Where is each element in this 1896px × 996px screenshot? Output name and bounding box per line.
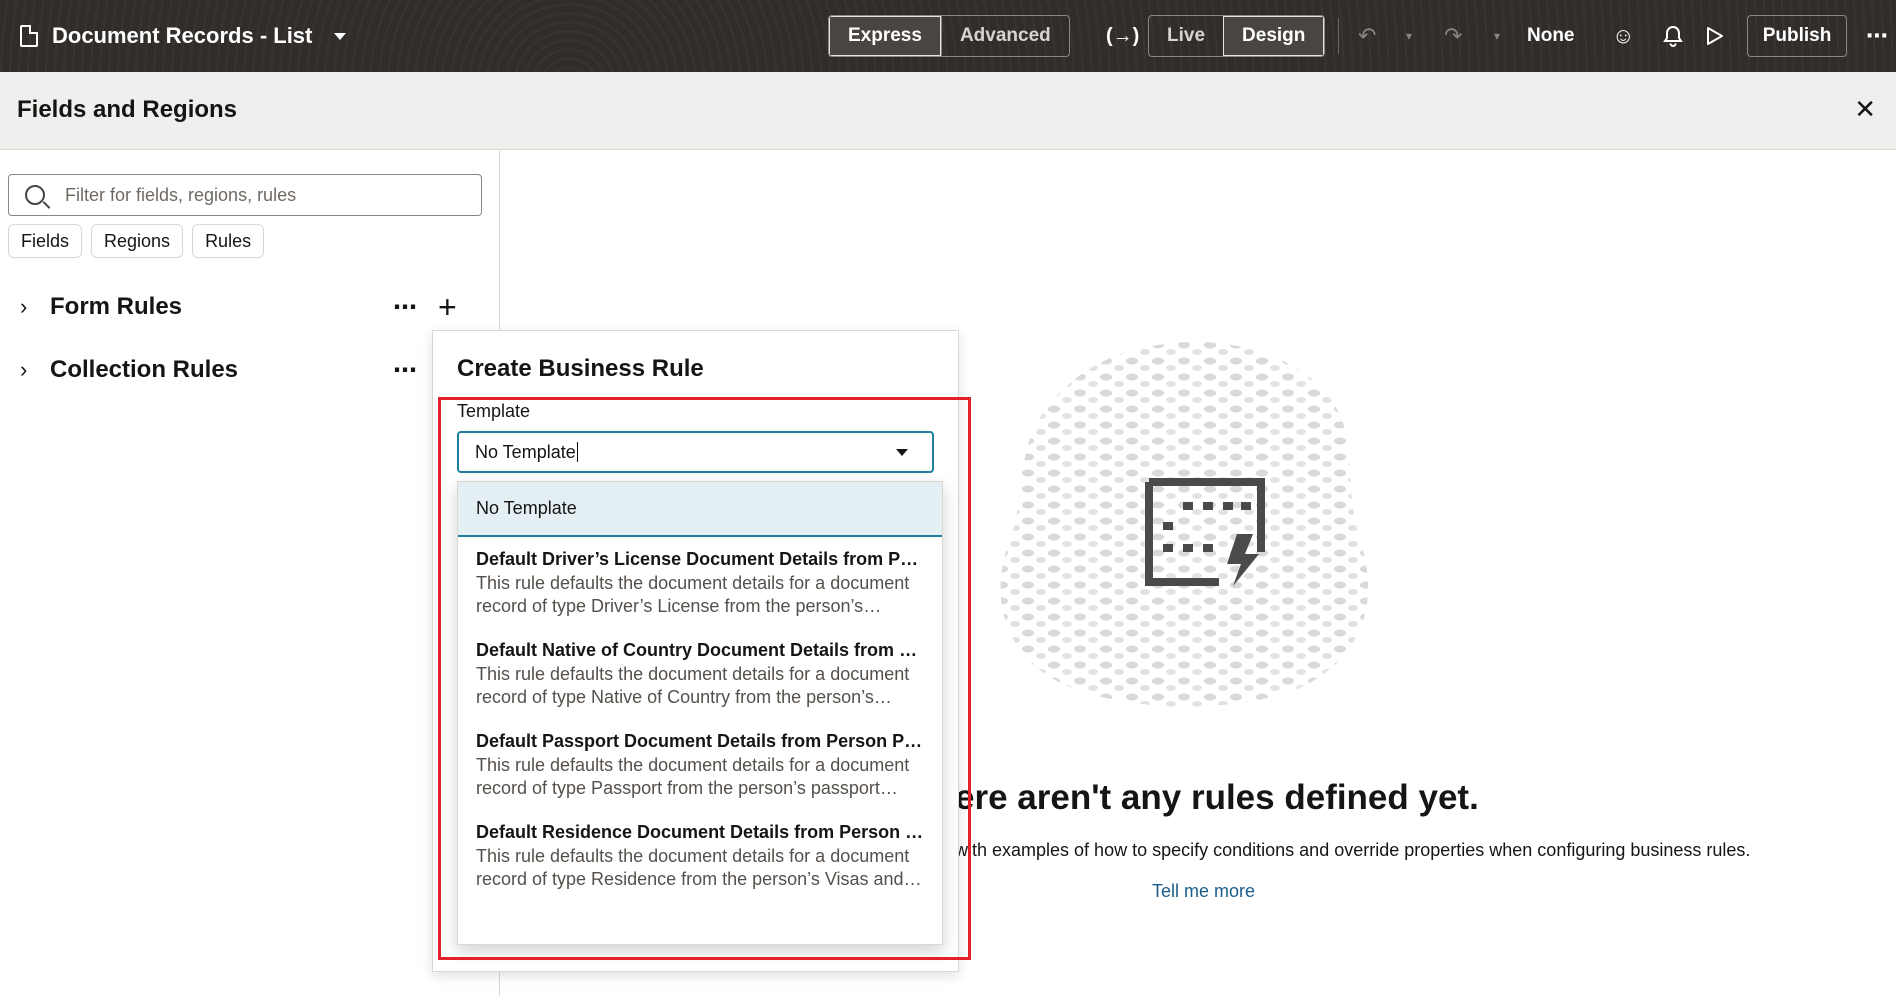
template-dropdown-list: No Template Default Driver’s License Doc… bbox=[457, 481, 943, 945]
popover-title: Create Business Rule bbox=[457, 355, 704, 382]
filter-chips: Fields Regions Rules bbox=[8, 224, 265, 258]
express-mode-button[interactable]: Express bbox=[829, 16, 941, 56]
chip-rules[interactable]: Rules bbox=[192, 224, 265, 258]
option-title: Default Residence Document Details from … bbox=[476, 822, 924, 842]
tell-me-more-link[interactable]: Tell me more bbox=[1152, 881, 1255, 902]
redo-menu-chevron-icon[interactable]: ▾ bbox=[1494, 0, 1500, 72]
create-business-rule-popover: Create Business Rule Template No Templat… bbox=[432, 330, 959, 972]
filter-input[interactable] bbox=[65, 184, 445, 206]
more-actions-icon[interactable]: ⋯ bbox=[1866, 0, 1889, 72]
option-description: This rule defaults the document details … bbox=[476, 755, 910, 798]
bell-icon[interactable] bbox=[1663, 0, 1683, 72]
caret-down-icon[interactable] bbox=[896, 449, 908, 456]
template-option[interactable]: Default Driver’s License Document Detail… bbox=[458, 537, 942, 628]
chevron-right-icon[interactable]: › bbox=[20, 357, 50, 383]
form-rules-label: Form Rules bbox=[50, 293, 183, 320]
document-icon bbox=[20, 25, 38, 47]
template-option[interactable]: Default Native of Country Document Detai… bbox=[458, 628, 942, 719]
option-description: This rule defaults the document details … bbox=[476, 573, 910, 616]
rules-lightning-icon bbox=[1145, 478, 1265, 586]
advanced-mode-button[interactable]: Advanced bbox=[940, 16, 1069, 56]
form-rules-group[interactable]: › Form Rules ⋯ + bbox=[20, 287, 470, 327]
expression-icon[interactable]: (→) bbox=[1106, 0, 1139, 72]
template-option[interactable]: Default Passport Document Details from P… bbox=[458, 719, 942, 810]
collection-rules-label: Collection Rules bbox=[50, 356, 239, 383]
mode-switcher: Express Advanced bbox=[828, 15, 1070, 57]
text-cursor bbox=[576, 442, 578, 462]
toolbar-divider bbox=[1338, 18, 1339, 54]
chevron-down-icon[interactable] bbox=[334, 32, 347, 40]
top-bar: Document Records - List Express Advanced… bbox=[0, 0, 1896, 72]
template-select[interactable]: No Template bbox=[457, 431, 934, 473]
option-title: No Template bbox=[476, 498, 577, 518]
template-label: Template bbox=[457, 401, 531, 421]
left-panel: Fields Regions Rules › Form Rules ⋯ + › … bbox=[0, 150, 500, 996]
smiley-icon[interactable]: ☺ bbox=[1612, 0, 1634, 72]
filter-search-box bbox=[8, 174, 482, 216]
option-description: This rule defaults the document details … bbox=[476, 664, 910, 707]
undo-menu-chevron-icon[interactable]: ▾ bbox=[1406, 0, 1412, 72]
search-icon bbox=[25, 185, 45, 205]
undo-icon[interactable]: ↶ bbox=[1358, 0, 1376, 72]
option-title: Default Native of Country Document Detai… bbox=[476, 640, 924, 660]
close-icon[interactable]: ✕ bbox=[1854, 94, 1876, 125]
chevron-right-icon[interactable]: › bbox=[20, 294, 50, 320]
option-title: Default Passport Document Details from P… bbox=[476, 731, 924, 751]
empty-state-description: with examples of how to specify conditio… bbox=[955, 840, 1751, 860]
preview-play-icon[interactable] bbox=[1706, 0, 1724, 72]
template-option[interactable]: No Template bbox=[458, 482, 942, 537]
form-rules-more-icon[interactable]: ⋯ bbox=[393, 293, 418, 322]
chip-fields[interactable]: Fields bbox=[8, 224, 83, 258]
page-title-menu[interactable]: Document Records - List bbox=[20, 0, 347, 72]
design-view-button[interactable]: Design bbox=[1223, 16, 1325, 56]
panel-header: Fields and Regions ✕ bbox=[0, 72, 1896, 150]
view-switcher: Live Design bbox=[1148, 15, 1326, 57]
empty-state-title: ere aren't any rules defined yet. bbox=[955, 778, 1479, 817]
panel-title: Fields and Regions bbox=[17, 96, 238, 123]
template-option[interactable]: Default Residence Document Details from … bbox=[458, 810, 942, 901]
add-rule-icon[interactable]: + bbox=[438, 289, 457, 326]
chip-regions[interactable]: Regions bbox=[91, 224, 184, 258]
collection-rules-group[interactable]: › Collection Rules ⋯ bbox=[20, 350, 470, 390]
live-view-button[interactable]: Live bbox=[1149, 16, 1223, 56]
page-title: Document Records - List bbox=[52, 23, 313, 48]
collection-rules-more-icon[interactable]: ⋯ bbox=[393, 356, 418, 385]
publish-button[interactable]: Publish bbox=[1747, 15, 1847, 57]
redo-icon[interactable]: ↷ bbox=[1444, 0, 1462, 72]
sandbox-selector[interactable]: None bbox=[1527, 0, 1575, 72]
option-description: This rule defaults the document details … bbox=[476, 846, 910, 889]
template-select-value: No Template bbox=[475, 441, 576, 462]
option-title: Default Driver’s License Document Detail… bbox=[476, 549, 924, 569]
